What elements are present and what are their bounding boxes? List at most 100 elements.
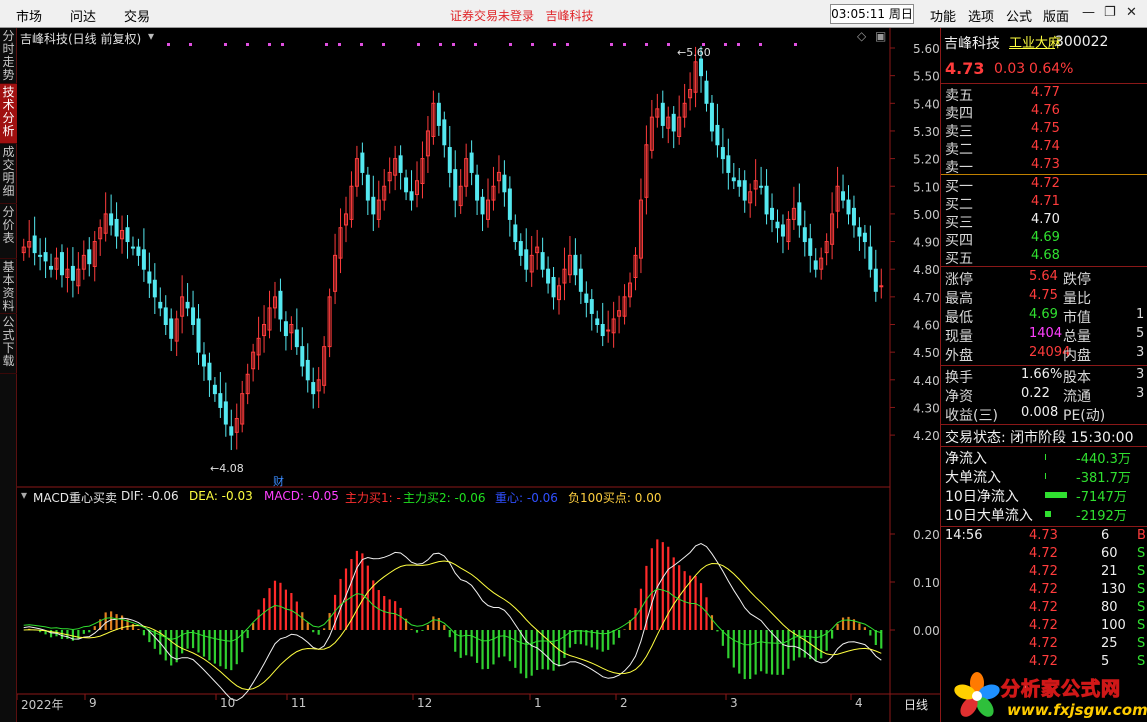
candle-body (742, 180, 747, 201)
stat-value-2: 3 (1136, 386, 1145, 401)
flow-value: -2192万 (1076, 509, 1127, 524)
kline-chart[interactable]: 5.60 5.50 5.40 5.30 5.20 5.10 5.00 4.90 4.80 4.70… (17, 28, 940, 722)
tick-side: S (1137, 546, 1146, 561)
candle-body (218, 393, 223, 408)
tick-volume: 21 (1101, 564, 1118, 579)
candle-body (475, 174, 480, 201)
ask-label: 卖四 (945, 106, 973, 122)
candle-body (671, 113, 676, 132)
divider (941, 83, 1147, 84)
candle-body (125, 227, 130, 243)
candle-body (862, 232, 867, 243)
legend-z2: 主力买2: -0.06 (403, 491, 486, 505)
logo-url: www.fxjsgw.com (1007, 701, 1147, 719)
tab-4[interactable]: 分价表 (0, 204, 17, 259)
menu-layout[interactable]: 版面 (1043, 6, 1069, 25)
macd-bars (28, 539, 883, 680)
close-icon[interactable]: ✕ (1126, 5, 1137, 20)
candle-body (709, 102, 714, 132)
bid-label: 买三 (945, 215, 973, 231)
candle-body (409, 191, 414, 201)
tick-price: 4.72 (1029, 600, 1058, 615)
divider (941, 526, 1147, 527)
candle-body (600, 324, 605, 337)
candle-body (109, 213, 114, 226)
tick-price: 4.72 (1029, 582, 1058, 597)
tick-side: S (1137, 582, 1146, 597)
candle-body (38, 254, 43, 257)
tick-volume: 6 (1101, 528, 1110, 543)
chart-title-toggle-icon[interactable]: ▾ (148, 29, 154, 43)
candle-body (731, 177, 736, 182)
candle-body (311, 382, 316, 395)
macd-menu-icon[interactable]: ▾ (21, 488, 27, 502)
macd-name: MACD重心买卖 (33, 491, 117, 505)
tick-price: 4.72 (1029, 654, 1058, 669)
price-tick-label: 5.50 (913, 70, 940, 84)
tab-3[interactable]: 成交明细 (0, 144, 17, 204)
legend-zx: 重心: -0.06 (495, 491, 558, 505)
signal-dot (553, 43, 556, 46)
candle-body (360, 152, 365, 173)
ask-price: 4.77 (1031, 85, 1060, 100)
candle-body (207, 362, 212, 381)
bid-price: 4.71 (1031, 194, 1060, 209)
menu-formula[interactable]: 公式 (1006, 6, 1032, 25)
price-tick-label: 4.30 (913, 401, 940, 415)
signal-dot (623, 43, 626, 46)
candle-body (442, 119, 447, 146)
candle-body (201, 354, 206, 367)
stat-label: 涨停 (945, 272, 973, 288)
candle-body (546, 268, 551, 284)
minimize-icon[interactable]: — (1082, 5, 1095, 20)
candle-body (704, 80, 709, 104)
login-notice[interactable]: 证券交易未登录 吉峰科技 (450, 7, 593, 24)
candle-body (595, 318, 600, 326)
signal-dot (338, 43, 341, 46)
bid-price: 4.70 (1031, 212, 1060, 227)
diamond-icon[interactable]: ◇ (857, 29, 866, 43)
tick-side: S (1137, 564, 1146, 579)
date-label: 9 (89, 696, 97, 710)
candle-body (480, 196, 485, 215)
menu-wenda[interactable]: 问达 (70, 6, 96, 25)
candle-body (584, 293, 589, 303)
legend-macd: MACD: -0.05 (264, 489, 339, 503)
signal-dot (737, 43, 740, 46)
chart-canvas[interactable]: 5.60 5.50 5.40 5.30 5.20 5.10 5.00 4.90 4.80 4.70… (17, 28, 940, 722)
menu-market[interactable]: 市场 (16, 6, 42, 25)
flow-label: 净流入 (945, 451, 987, 467)
ask-label: 卖二 (945, 142, 973, 158)
stat-label-2: PE(动) (1063, 408, 1106, 424)
tab-6[interactable]: 公式下载 (0, 314, 17, 374)
stat-label-2: 股本 (1063, 370, 1091, 386)
period-label[interactable]: 日线 (904, 696, 928, 713)
candle-body (212, 384, 217, 395)
price-tick-label: 5.10 (913, 180, 940, 194)
candle-body (196, 318, 201, 353)
divider (941, 365, 1147, 366)
dea-line (23, 560, 882, 691)
stat-value: 1.66% (1021, 367, 1063, 382)
stat-label-2: 总量 (1063, 329, 1091, 345)
candle-body (59, 252, 64, 276)
menu-options[interactable]: 选项 (968, 6, 994, 25)
restore-icon[interactable]: ❐ (1104, 5, 1116, 20)
flow-bar (1045, 511, 1051, 517)
stat-label-2: 流通 (1063, 389, 1091, 405)
tab-1[interactable]: 分时走势 (0, 28, 17, 84)
window-icon[interactable]: ▣ (875, 29, 886, 43)
macd-legend: MACD重心买卖 DIF: -0.06 DEA: -0.03 MACD: -0.05 主… (17, 488, 917, 505)
candle-body (513, 224, 518, 243)
menu-function[interactable]: 功能 (930, 6, 956, 25)
stock-code: 300022 (1055, 34, 1109, 50)
logo: 分析家公式网 www.fxjsgw.com (940, 668, 1147, 722)
menu-trade[interactable]: 交易 (124, 6, 150, 25)
date-label: 1 (534, 696, 542, 710)
price-tick-label: 4.80 (913, 263, 940, 277)
tab-2[interactable]: 技术分析 (0, 84, 17, 144)
tab-5[interactable]: 基本资料 (0, 259, 17, 314)
candle-body (87, 249, 92, 265)
candle-body (371, 196, 376, 215)
stat-label-2: 市值 (1063, 310, 1091, 326)
